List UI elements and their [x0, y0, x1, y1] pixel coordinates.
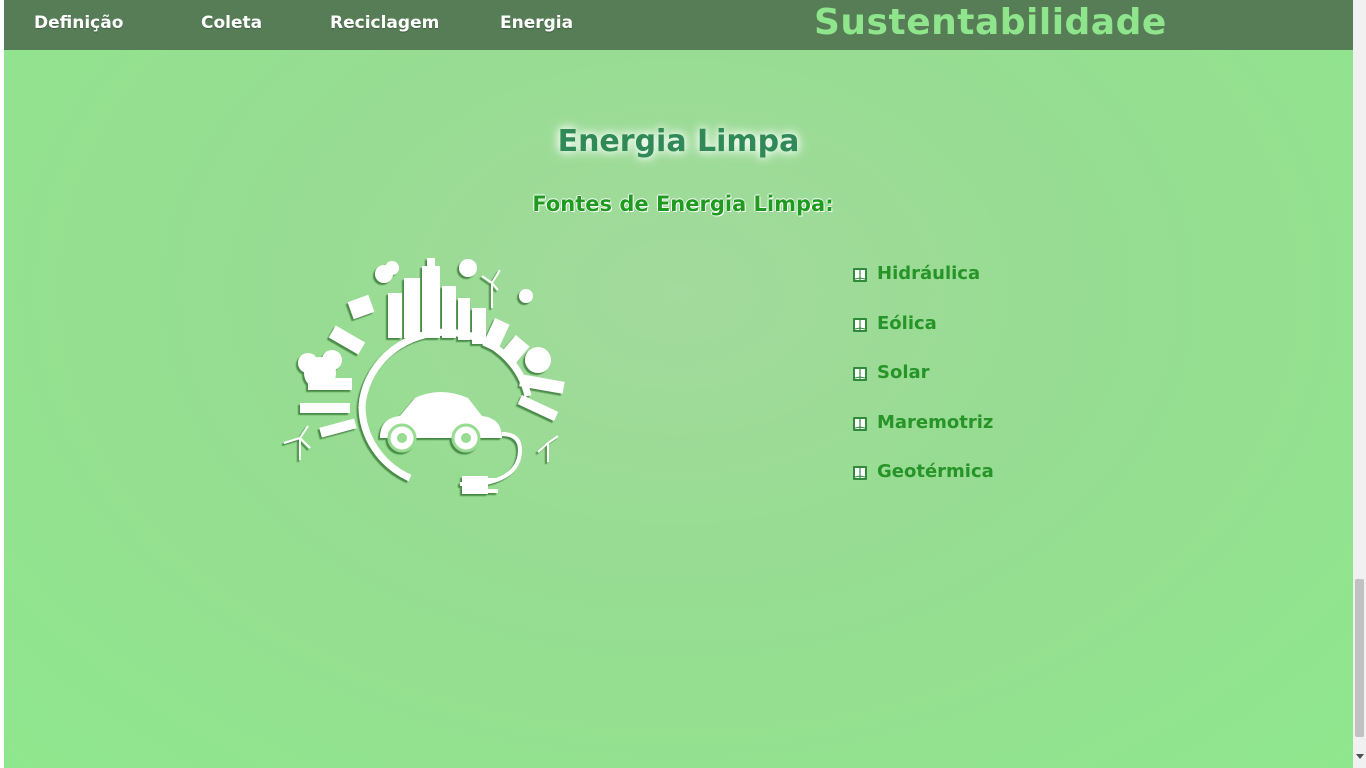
- book-icon: [853, 466, 867, 480]
- top-navbar: Definição Coleta Reciclagem Energia Sust…: [4, 0, 1353, 50]
- book-icon: [853, 268, 867, 282]
- energy-source-label: Geotérmica: [877, 461, 994, 482]
- nav-link-reciclagem[interactable]: Reciclagem: [330, 13, 439, 33]
- energy-sources-list: Hidráulica Eólica Solar Maremotriz Geotérmic…: [852, 263, 994, 511]
- energy-source-label: Solar: [877, 362, 930, 383]
- book-icon: [853, 367, 867, 381]
- energy-source-item: Hidráulica: [852, 263, 994, 313]
- energy-source-item: Solar: [852, 362, 994, 412]
- vertical-scrollbar[interactable]: [1353, 0, 1366, 768]
- scroll-down-arrow-icon[interactable]: [1355, 754, 1364, 759]
- nav-link-definicao[interactable]: Definição: [34, 13, 123, 33]
- page: Definição Coleta Reciclagem Energia Sust…: [4, 0, 1353, 768]
- eco-city-car-illustration: [270, 238, 590, 522]
- energy-source-item: Eólica: [852, 313, 994, 363]
- energy-source-label: Eólica: [877, 312, 937, 334]
- energy-source-label: Hidráulica: [877, 263, 981, 284]
- energy-source-label: Maremotriz: [877, 411, 994, 433]
- nav-link-coleta[interactable]: Coleta: [201, 13, 262, 33]
- page-title: Energia Limpa: [557, 124, 800, 160]
- page-subtitle: Fontes de Energia Limpa:: [532, 192, 834, 217]
- site-brand: Sustentabilidade: [814, 2, 1167, 43]
- energy-source-item: Maremotriz: [852, 412, 994, 462]
- nav-link-energia[interactable]: Energia: [500, 13, 573, 33]
- book-icon: [853, 317, 867, 332]
- scrollbar-thumb[interactable]: [1355, 579, 1364, 737]
- energy-source-item: Geotérmica: [852, 461, 994, 511]
- book-icon: [853, 416, 867, 431]
